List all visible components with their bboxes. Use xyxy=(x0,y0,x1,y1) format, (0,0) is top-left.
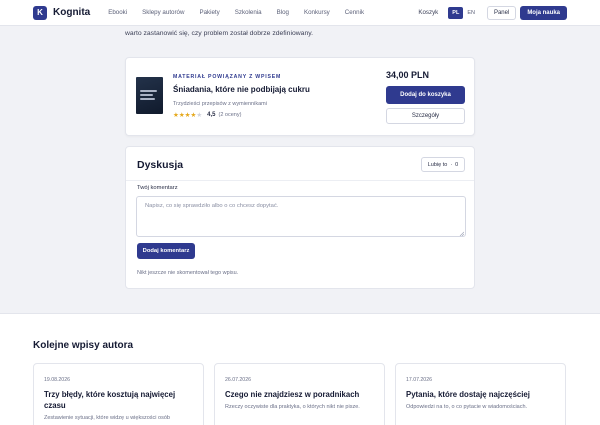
post-title[interactable]: Trzy błędy, które kosztują najwięcej cza… xyxy=(44,389,194,411)
details-button[interactable]: Szczegóły xyxy=(386,108,465,124)
discussion-title: Dyskusja xyxy=(137,159,184,171)
like-count: 0 xyxy=(455,161,459,168)
post-date: 26.07.2026 xyxy=(225,377,251,383)
nav-ebooks[interactable]: Ebooki xyxy=(108,9,127,16)
post-title[interactable]: Pytania, które dostaję najczęściej xyxy=(406,389,556,400)
lang-en[interactable]: EN xyxy=(463,7,479,19)
like-button[interactable]: Lubię to · 0 xyxy=(421,157,465,172)
lang-pl[interactable]: PL xyxy=(448,6,464,19)
rating-stars: ★★★★★ xyxy=(173,110,202,119)
product-subtitle: Trzydzieści przepisów z wymiennikami xyxy=(173,101,267,107)
logo[interactable]: K Kognita xyxy=(33,5,91,20)
post-date: 17.07.2026 xyxy=(406,377,432,383)
nav-bundles[interactable]: Pakiety xyxy=(199,9,219,16)
article-text: warto zastanowić się, czy problem został… xyxy=(125,30,314,37)
post-excerpt: Zestawienie sytuacji, które widzę u więk… xyxy=(44,415,170,421)
product-title[interactable]: Śniadania, które nie podbijają cukru xyxy=(173,85,310,94)
more-posts-title: Kolejne wpisy autora xyxy=(33,340,134,351)
logo-text: Kognita xyxy=(53,7,91,18)
my-learning-button[interactable]: Moja nauka xyxy=(520,5,567,20)
nav-contests[interactable]: Konkursy xyxy=(304,9,330,16)
rating-value: 4,5 xyxy=(207,111,216,118)
cart-link[interactable]: Koszyk xyxy=(418,9,438,16)
post-date: 19.08.2026 xyxy=(44,377,70,383)
star-empty-icon: ★ xyxy=(196,112,203,119)
language-switch: PL EN xyxy=(448,6,479,19)
comment-label: Twój komentarz xyxy=(137,185,178,191)
empty-comments-message: Nikt jeszcze nie skomentował tego wpisu. xyxy=(137,270,239,276)
nav-trainings[interactable]: Szkolenia xyxy=(235,9,262,16)
main-nav: Ebooki Sklepy autorów Pakiety Szkolenia … xyxy=(108,9,379,16)
related-product-card: MATERIAŁ POWIĄZANY Z WPISEM Śniadania, k… xyxy=(125,57,475,136)
top-right-actions: Koszyk PL EN Panel Moja nauka xyxy=(418,5,567,20)
resize-handle-icon[interactable] xyxy=(459,231,464,236)
divider xyxy=(126,180,474,181)
nav-pricing[interactable]: Cennik xyxy=(345,9,364,16)
nav-author-shops[interactable]: Sklepy autorów xyxy=(142,9,184,16)
post-card[interactable]: 26.07.2026 Czego nie znajdziesz w poradn… xyxy=(214,363,385,425)
panel-button[interactable]: Panel xyxy=(486,5,517,20)
top-navigation-bar: K Kognita Ebooki Sklepy autorów Pakiety … xyxy=(0,0,600,26)
product-rating: ★★★★★ 4,5 (2 oceny) xyxy=(173,110,242,120)
post-card[interactable]: 17.07.2026 Pytania, które dostaję najczę… xyxy=(395,363,566,425)
discussion-section: Dyskusja Lubię to · 0 Twój komentarz Dod… xyxy=(125,146,475,289)
like-label: Lubię to xyxy=(427,161,448,168)
rating-count: (2 oceny) xyxy=(218,111,242,118)
related-material-tag: MATERIAŁ POWIĄZANY Z WPISEM xyxy=(173,74,282,80)
separator-dot: · xyxy=(450,161,453,168)
post-card[interactable]: 19.08.2026 Trzy błędy, które kosztują na… xyxy=(33,363,204,425)
post-excerpt: Rzeczy oczywiste dla praktyka, o których… xyxy=(225,404,360,410)
book-cover-image[interactable] xyxy=(136,77,163,114)
comment-textarea[interactable] xyxy=(136,196,466,237)
logo-mark: K xyxy=(33,5,47,20)
more-posts-section: Kolejne wpisy autora 19.08.2026 Trzy błę… xyxy=(0,313,600,425)
nav-blog[interactable]: Blog xyxy=(277,9,289,16)
add-comment-button[interactable]: Dodaj komentarz xyxy=(137,243,195,259)
add-to-cart-button[interactable]: Dodaj do koszyka xyxy=(386,86,465,104)
post-excerpt: Odpowiedzi na to, o co pytacie w wiadomo… xyxy=(406,404,528,410)
product-price: 34,00 PLN xyxy=(386,70,430,80)
post-title[interactable]: Czego nie znajdziesz w poradnikach xyxy=(225,389,375,400)
